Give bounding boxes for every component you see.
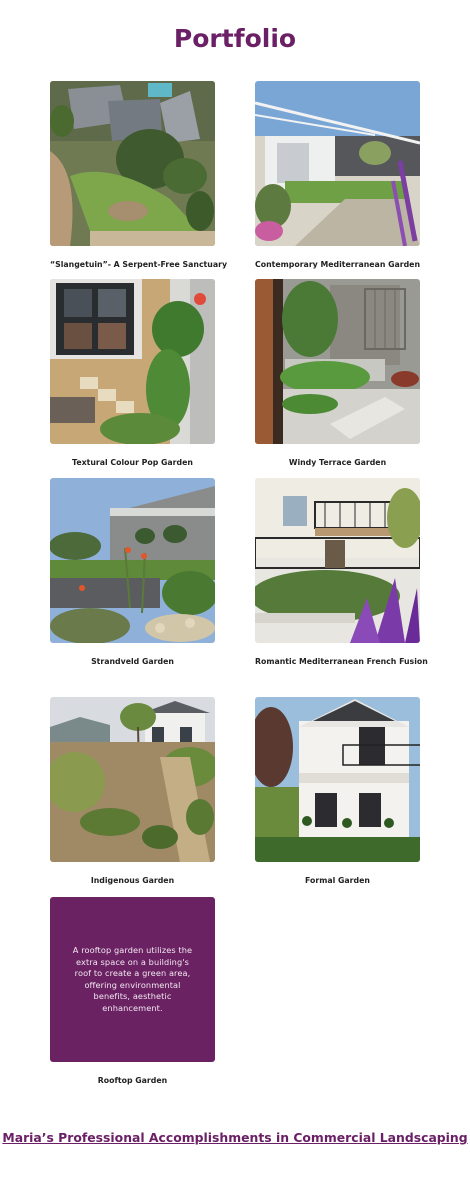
- card-caption: Windy Terrace Garden: [288, 458, 387, 467]
- commercial-accomplishments-link[interactable]: Maria’s Professional Accomplishments in …: [0, 1130, 470, 1145]
- card-caption: Strandveld Garden: [91, 657, 174, 666]
- portfolio-card-textural-colour-pop: Textural Colour Pop Garden: [50, 279, 215, 467]
- terrace-garden-photo[interactable]: [255, 279, 420, 444]
- coastal-garden-photo[interactable]: [50, 478, 215, 643]
- portfolio-card-slangetuin: “Slangetuin”- A Serpent-Free Sanctuary: [50, 81, 228, 269]
- portfolio-card-indigenous: Indigenous Garden: [50, 697, 215, 885]
- card-caption: Romantic Mediterranean French Fusion: [255, 657, 428, 666]
- card-caption: “Slangetuin”- A Serpent-Free Sanctuary: [50, 260, 228, 269]
- formal-garden-photo[interactable]: [255, 697, 420, 862]
- portfolio-card-windy-terrace: Windy Terrace Garden: [255, 279, 420, 467]
- page-title: Portfolio: [173, 24, 297, 53]
- portfolio-card-contemporary-mediterranean: Contemporary Mediterranean Garden: [255, 81, 420, 269]
- portfolio-card-romantic-french-fusion: Romantic Mediterranean French Fusion: [255, 478, 428, 666]
- pergola-garden-photo[interactable]: [255, 81, 420, 246]
- card-caption: Indigenous Garden: [90, 876, 175, 885]
- portfolio-card-strandveld: Strandveld Garden: [50, 478, 215, 666]
- portfolio-card-formal: Formal Garden: [255, 697, 420, 885]
- card-caption: Textural Colour Pop Garden: [72, 458, 193, 467]
- french-villa-garden-photo[interactable]: [255, 478, 420, 643]
- rooftop-description: A rooftop garden utilizes the extra spac…: [72, 945, 193, 1013]
- rooftop-description-tile[interactable]: A rooftop garden utilizes the extra spac…: [50, 897, 215, 1062]
- portfolio-card-rooftop: A rooftop garden utilizes the extra spac…: [50, 897, 215, 1085]
- card-caption: Rooftop Garden: [97, 1076, 168, 1085]
- aerial-garden-photo[interactable]: [50, 81, 215, 246]
- card-caption: Contemporary Mediterranean Garden: [255, 260, 421, 269]
- card-caption: Formal Garden: [305, 876, 370, 885]
- indigenous-garden-photo[interactable]: [50, 697, 215, 862]
- gravel-pathway-photo[interactable]: [50, 279, 215, 444]
